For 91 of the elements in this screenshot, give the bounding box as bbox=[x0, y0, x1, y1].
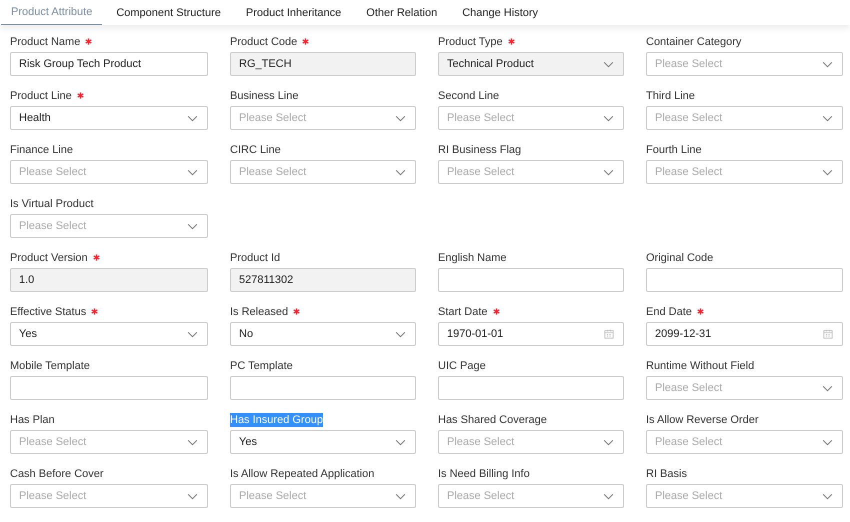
select-field[interactable]: Please Select bbox=[438, 484, 624, 508]
field-label: Product Id bbox=[230, 250, 280, 264]
field-label: Start Date bbox=[438, 304, 488, 318]
field-label: Cash Before Cover bbox=[10, 466, 104, 480]
chevron-down-icon bbox=[603, 168, 614, 176]
field-label: PC Template bbox=[230, 358, 293, 372]
field-label: Mobile Template bbox=[10, 358, 90, 372]
field-label: Finance Line bbox=[10, 142, 73, 156]
field-label: Is Released bbox=[230, 304, 288, 318]
field-label: Second Line bbox=[438, 88, 500, 102]
tab[interactable]: Product Inheritance bbox=[236, 0, 352, 25]
select-field[interactable]: Please Select bbox=[646, 430, 843, 454]
field-label: Has Plan bbox=[10, 412, 55, 426]
field-label: Is Allow Reverse Order bbox=[646, 412, 758, 426]
select-field[interactable]: Yes bbox=[230, 430, 416, 454]
select-field[interactable]: Please Select bbox=[646, 376, 843, 400]
chevron-down-icon bbox=[395, 492, 406, 500]
select-field[interactable]: Please Select bbox=[10, 484, 208, 508]
field-label: Product Name bbox=[10, 34, 80, 48]
field-label: Is Allow Repeated Application bbox=[230, 466, 374, 480]
field-label: Product Line bbox=[10, 88, 72, 102]
select-field[interactable]: Yes bbox=[10, 322, 208, 346]
chevron-down-icon bbox=[603, 60, 614, 68]
chevron-down-icon bbox=[187, 222, 198, 230]
select-field[interactable]: No bbox=[230, 322, 416, 346]
chevron-down-icon bbox=[187, 168, 198, 176]
field-label: End Date bbox=[646, 304, 692, 318]
select-field[interactable]: Please Select bbox=[230, 160, 416, 184]
chevron-down-icon bbox=[822, 492, 833, 500]
field-label: Third Line bbox=[646, 88, 695, 102]
chevron-down-icon bbox=[822, 168, 833, 176]
chevron-down-icon bbox=[395, 330, 406, 338]
tab[interactable]: Change History bbox=[452, 0, 550, 25]
chevron-down-icon bbox=[395, 114, 406, 122]
field-label: Container Category bbox=[646, 34, 742, 48]
chevron-down-icon bbox=[187, 330, 198, 338]
chevron-down-icon bbox=[187, 114, 198, 122]
field-label: English Name bbox=[438, 250, 506, 264]
chevron-down-icon bbox=[822, 438, 833, 446]
select-field[interactable]: Please Select bbox=[438, 106, 624, 130]
field-label: UIC Page bbox=[438, 358, 486, 372]
field-label: Effective Status bbox=[10, 304, 86, 318]
field-label: CIRC Line bbox=[230, 142, 281, 156]
select-field[interactable]: Please Select bbox=[10, 430, 208, 454]
chevron-down-icon bbox=[187, 492, 198, 500]
input-field[interactable] bbox=[646, 268, 843, 292]
select-field[interactable]: Please Select bbox=[10, 214, 208, 238]
field-label: Runtime Without Field bbox=[646, 358, 754, 372]
chevron-down-icon bbox=[187, 438, 198, 446]
input-field[interactable] bbox=[438, 268, 624, 292]
select-field[interactable]: Please Select bbox=[646, 106, 843, 130]
field-label: Product Code bbox=[230, 34, 298, 48]
calendar-icon bbox=[604, 329, 614, 339]
chevron-down-icon bbox=[603, 114, 614, 122]
input-field[interactable] bbox=[230, 376, 416, 400]
chevron-down-icon bbox=[603, 492, 614, 500]
select-field[interactable]: Please Select bbox=[646, 484, 843, 508]
chevron-down-icon bbox=[603, 438, 614, 446]
tab[interactable]: Product Attribute bbox=[1, 0, 102, 25]
field-label: Product Version bbox=[10, 250, 88, 264]
field-label: Is Need Billing Info bbox=[438, 466, 530, 480]
select-field[interactable]: Health bbox=[10, 106, 208, 130]
chevron-down-icon bbox=[822, 60, 833, 68]
chevron-down-icon bbox=[395, 168, 406, 176]
field-label: Product Type bbox=[438, 34, 503, 48]
input-field[interactable]: Risk Group Tech Product bbox=[10, 52, 208, 76]
select-field[interactable]: Please Select bbox=[230, 484, 416, 508]
field-label: RI Basis bbox=[646, 466, 687, 480]
field-label: Fourth Line bbox=[646, 142, 702, 156]
field-label: Business Line bbox=[230, 88, 298, 102]
field-label: RI Business Flag bbox=[438, 142, 522, 156]
chevron-down-icon bbox=[822, 114, 833, 122]
date-field[interactable]: 2099-12-31 bbox=[646, 322, 843, 346]
select-field[interactable]: Please Select bbox=[646, 160, 843, 184]
date-field[interactable]: 1970-01-01 bbox=[438, 322, 624, 346]
input-field[interactable] bbox=[10, 376, 208, 400]
chevron-down-icon bbox=[822, 384, 833, 392]
select-field[interactable]: Please Select bbox=[438, 430, 624, 454]
field-label: Has Insured Group bbox=[230, 412, 323, 426]
select-field[interactable]: Please Select bbox=[646, 52, 843, 76]
field-label: Original Code bbox=[646, 250, 714, 264]
field-label: Has Shared Coverage bbox=[438, 412, 547, 426]
field-label: Is Virtual Product bbox=[10, 196, 94, 210]
input-field[interactable] bbox=[438, 376, 624, 400]
calendar-icon bbox=[823, 329, 833, 339]
tab[interactable]: Component Structure bbox=[106, 0, 232, 25]
select-field[interactable]: Please Select bbox=[10, 160, 208, 184]
chevron-down-icon bbox=[395, 438, 406, 446]
tab[interactable]: Other Relation bbox=[356, 0, 448, 25]
select-field[interactable]: Please Select bbox=[438, 160, 624, 184]
select-field[interactable]: Please Select bbox=[230, 106, 416, 130]
